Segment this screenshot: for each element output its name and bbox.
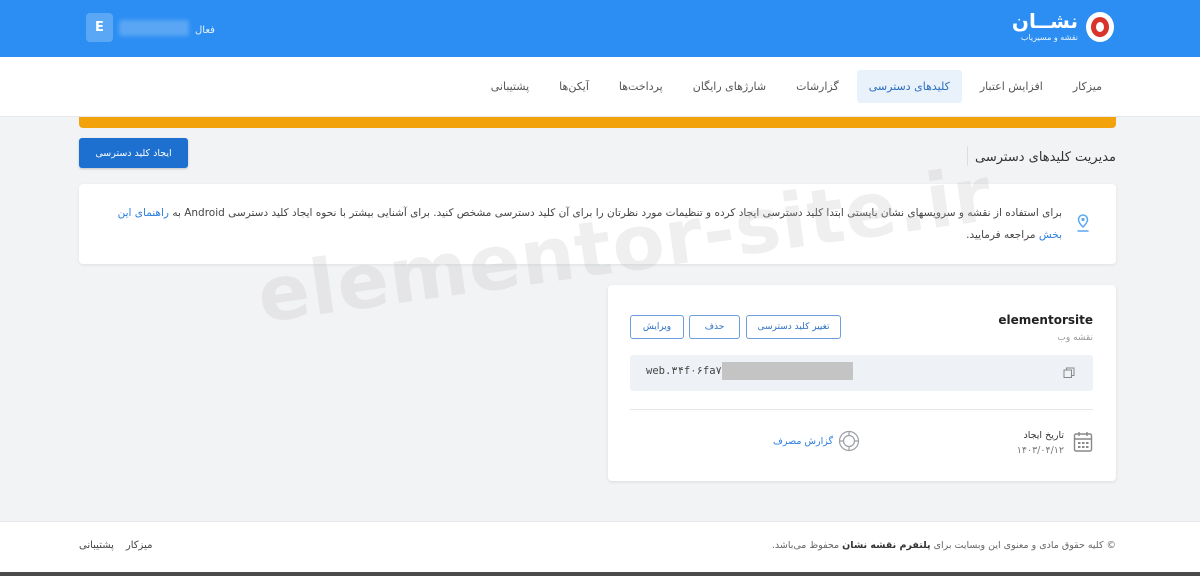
info-text-body: برای استفاده از نقشه و سرویسهای نشان بای… (172, 207, 1062, 219)
edit-button[interactable]: ویرایش (630, 315, 684, 339)
title-divider (967, 146, 968, 166)
user-status: فعال (195, 25, 215, 36)
creation-date-value: ۱۴۰۳/۰۴/۱۲ (1016, 445, 1064, 456)
copyright-prefix: © کلیه حقوق مادی و معنوی این وبسایت برای (933, 540, 1116, 551)
change-key-button[interactable]: تغییر کلید دسترسی (746, 315, 841, 339)
key-redacted (722, 362, 853, 380)
avatar[interactable]: E (86, 13, 113, 42)
nav-item-icons[interactable]: آیکن‌ها (547, 70, 601, 103)
nav-item-payments[interactable]: پرداخت‌ها (607, 70, 675, 103)
brand-logo[interactable]: نشــان نقشه و مسیریاب (1012, 11, 1114, 42)
access-key-field[interactable]: web.۳۴f۰۶fa۷ea (630, 355, 1093, 391)
footer-link-dashboard[interactable]: میزکار (126, 540, 153, 551)
user-menu[interactable]: E فعال (86, 13, 215, 42)
key-type: نقشه وب (1057, 333, 1093, 343)
footer: © کلیه حقوق مادی و معنوی این وبسایت برای… (0, 521, 1200, 576)
logo-icon (1086, 11, 1114, 42)
footer-copyright: © کلیه حقوق مادی و معنوی این وبسایت برای… (772, 540, 1116, 551)
page-title: مدیریت کلیدهای دسترسی (975, 150, 1116, 165)
usage-report-icon[interactable] (838, 430, 860, 452)
key-name: elementorsite (998, 313, 1093, 327)
info-box: برای استفاده از نقشه و سرویسهای نشان بای… (79, 184, 1116, 264)
main-nav: میزکار افزایش اعتبار کلیدهای دسترسی گزار… (479, 70, 1114, 103)
delete-button[interactable]: حذف (689, 315, 740, 339)
footer-links: پشتیبانی میزکار (79, 540, 152, 551)
copyright-suffix: محفوظ می‌باشد. (771, 540, 840, 551)
warning-banner (79, 117, 1116, 128)
access-key-card: elementorsite نقشه وب تغییر کلید دسترسی … (608, 285, 1116, 481)
main-nav-bar: میزکار افزایش اعتبار کلیدهای دسترسی گزار… (0, 57, 1200, 117)
nav-item-access-keys[interactable]: کلیدهای دسترسی (856, 70, 962, 103)
nav-item-free-charges[interactable]: شارژهای رایگان (681, 70, 778, 103)
footer-link-support[interactable]: پشتیبانی (79, 540, 114, 551)
location-info-icon (1077, 214, 1089, 232)
logo-title: نشــان (1011, 9, 1078, 33)
nav-item-increase-credit[interactable]: افزایش اعتبار (968, 70, 1055, 103)
logo-subtitle: نقشه و مسیریاب (1020, 33, 1078, 42)
create-access-key-button[interactable]: ایجاد کلید دسترسی (79, 138, 188, 168)
nav-item-reports[interactable]: گزارشات (784, 70, 851, 103)
copy-icon[interactable] (1063, 367, 1075, 379)
usage-report-link[interactable]: گزارش مصرف (773, 436, 833, 447)
nav-item-dashboard[interactable]: میزکار (1061, 70, 1114, 103)
creation-date-label: تاریخ ایجاد (1023, 430, 1064, 441)
card-divider (630, 409, 1093, 410)
calendar-icon (1073, 432, 1093, 452)
info-text-end: مراجعه فرمایید. (966, 229, 1036, 241)
info-text: برای استفاده از نقشه و سرویسهای نشان بای… (102, 202, 1062, 246)
user-name-redacted (119, 19, 189, 36)
nav-item-support[interactable]: پشتیبانی (479, 70, 541, 103)
copyright-brand: پلتفرم نقشه نشان (842, 540, 931, 551)
top-header: نشــان نقشه و مسیریاب E فعال (0, 0, 1200, 57)
bottom-scrollbar[interactable] (0, 572, 1200, 576)
